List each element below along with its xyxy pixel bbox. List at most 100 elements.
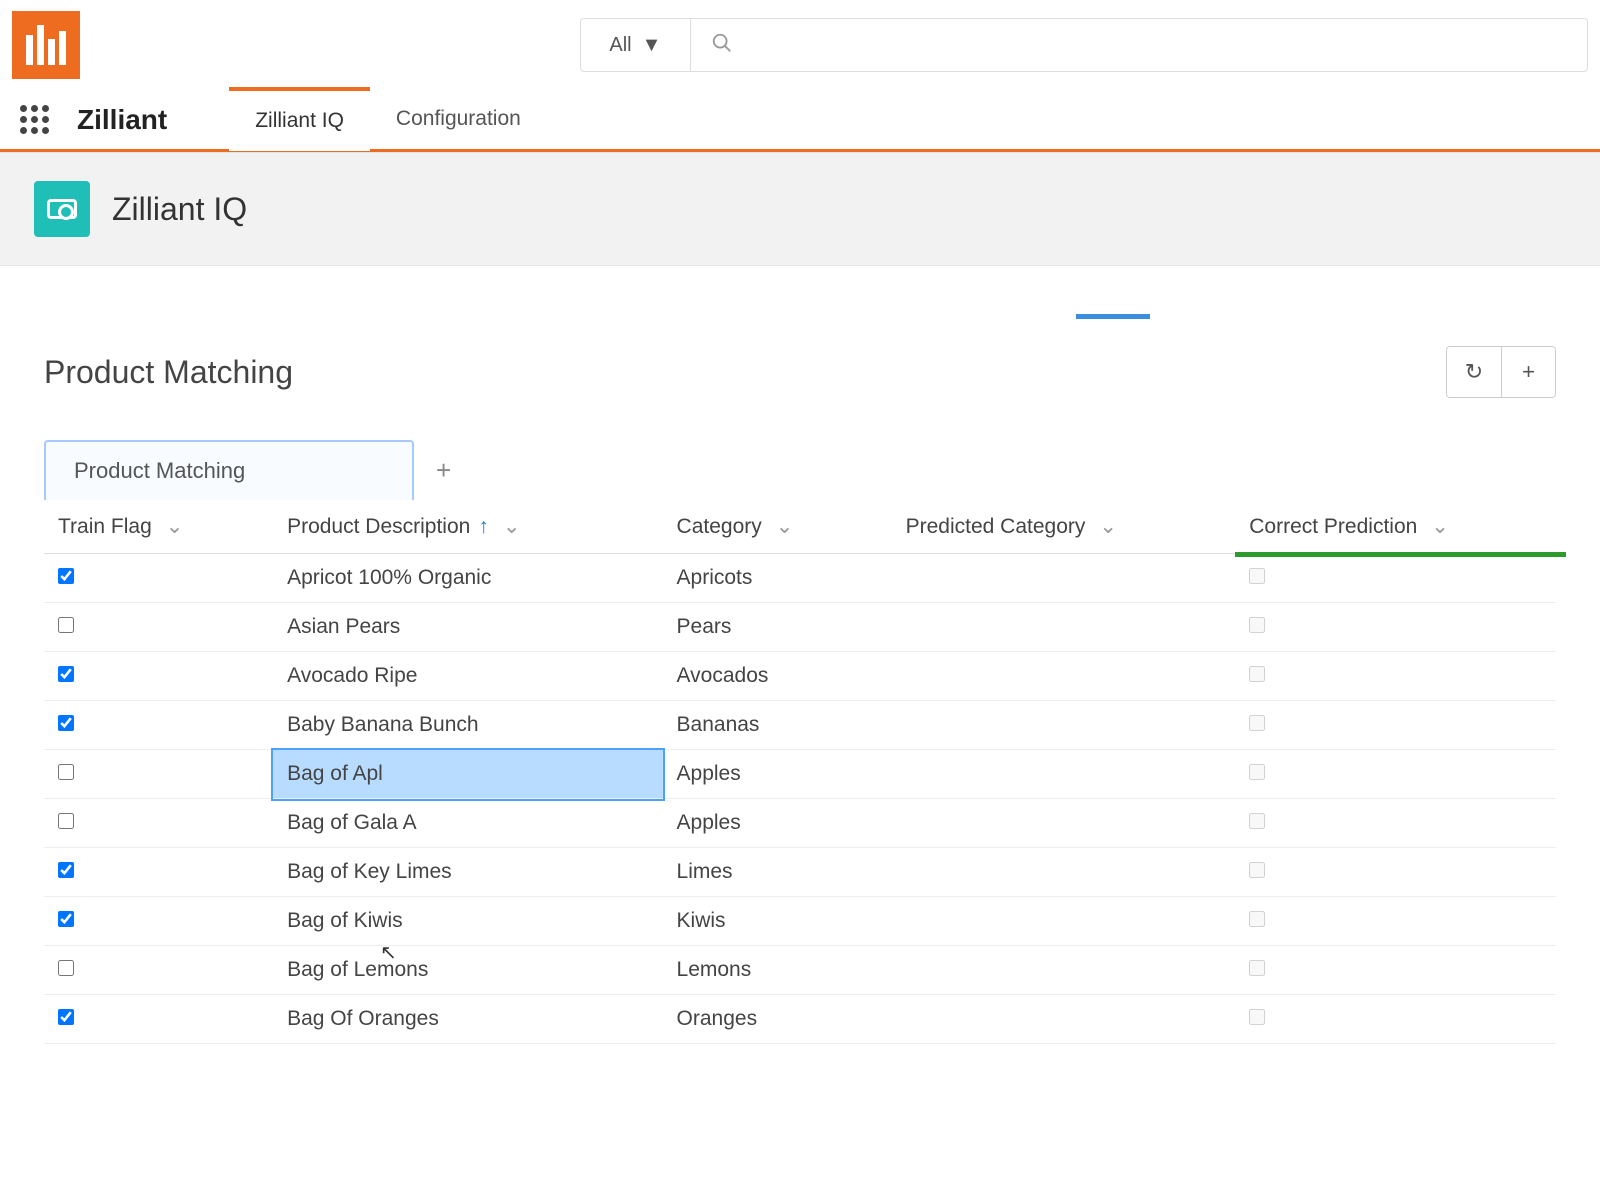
module-icon bbox=[34, 181, 90, 237]
train-flag-checkbox[interactable] bbox=[58, 666, 74, 682]
chevron-down-icon: ⌄ bbox=[1431, 515, 1449, 538]
subtab-label: Product Matching bbox=[74, 458, 245, 483]
search-scope-dropdown[interactable]: All ▼ bbox=[581, 19, 691, 71]
logo-bars-icon bbox=[26, 25, 66, 65]
category-cell[interactable]: Limes bbox=[663, 848, 892, 897]
data-table: Train Flag⌄Product Description↑⌄Category… bbox=[44, 500, 1556, 1044]
column-label: Train Flag bbox=[58, 515, 152, 538]
predicted-category-cell[interactable] bbox=[892, 946, 1236, 995]
category-cell[interactable]: Lemons bbox=[663, 946, 892, 995]
predicted-category-cell[interactable] bbox=[892, 554, 1236, 603]
category-cell[interactable]: Apples bbox=[663, 799, 892, 848]
table-row[interactable]: Bag Of OrangesOranges bbox=[44, 995, 1556, 1044]
category-cell[interactable]: Pears bbox=[663, 603, 892, 652]
correct-prediction-checkbox[interactable] bbox=[1249, 764, 1265, 780]
predicted-category-cell[interactable] bbox=[892, 848, 1236, 897]
product-description-cell[interactable]: Baby Banana Bunch bbox=[273, 701, 662, 750]
search-input-wrapper[interactable] bbox=[691, 19, 1587, 71]
refresh-icon: ↻ bbox=[1465, 359, 1483, 385]
predicted-category-cell[interactable] bbox=[892, 652, 1236, 701]
train-flag-checkbox[interactable] bbox=[58, 862, 74, 878]
table-row[interactable]: Bag of Key LimesLimes bbox=[44, 848, 1556, 897]
train-flag-checkbox[interactable] bbox=[58, 617, 74, 633]
chevron-down-icon: ⌄ bbox=[503, 515, 521, 538]
product-description-cell[interactable]: Apricot 100% Organic bbox=[273, 554, 662, 603]
column-category[interactable]: Category ⌄ bbox=[663, 500, 892, 554]
predicted-category-cell[interactable] bbox=[892, 750, 1236, 799]
search-icon bbox=[711, 32, 733, 59]
table-row[interactable]: Bag of LemonsLemons bbox=[44, 946, 1556, 995]
column-label: Product Description bbox=[287, 515, 470, 538]
category-cell[interactable]: Apricots bbox=[663, 554, 892, 603]
section-title: Product Matching bbox=[44, 354, 293, 391]
page-title: Zilliant IQ bbox=[112, 191, 247, 228]
product-description-cell[interactable]: Avocado Ripe bbox=[273, 652, 662, 701]
predicted-category-cell[interactable] bbox=[892, 995, 1236, 1044]
correct-prediction-checkbox[interactable] bbox=[1249, 862, 1265, 878]
column-predicted[interactable]: Predicted Category ⌄ bbox=[892, 500, 1236, 554]
chevron-down-icon: ▼ bbox=[642, 34, 662, 57]
product-description-cell[interactable]: Bag of Kiwis bbox=[273, 897, 662, 946]
correct-prediction-checkbox[interactable] bbox=[1249, 666, 1265, 682]
correct-prediction-checkbox[interactable] bbox=[1249, 911, 1265, 927]
category-cell[interactable]: Oranges bbox=[663, 995, 892, 1044]
tab-indicator bbox=[1076, 314, 1150, 319]
search-scope-label: All bbox=[609, 34, 631, 57]
product-description-cell[interactable]: Bag of Key Limes bbox=[273, 848, 662, 897]
table-row[interactable]: Asian PearsPears bbox=[44, 603, 1556, 652]
product-description-cell[interactable]: Bag Of Oranges bbox=[273, 995, 662, 1044]
chevron-down-icon: ⌄ bbox=[166, 515, 184, 538]
category-cell[interactable]: Bananas bbox=[663, 701, 892, 750]
predicted-category-cell[interactable] bbox=[892, 701, 1236, 750]
correct-prediction-checkbox[interactable] bbox=[1249, 715, 1265, 731]
train-flag-checkbox[interactable] bbox=[58, 764, 74, 780]
column-label: Predicted Category bbox=[906, 515, 1086, 538]
plus-icon: + bbox=[1522, 359, 1535, 385]
add-button[interactable]: + bbox=[1501, 347, 1555, 397]
category-cell[interactable]: Apples bbox=[663, 750, 892, 799]
table-row[interactable]: Bag of Gala AApples bbox=[44, 799, 1556, 848]
chevron-down-icon: ⌄ bbox=[776, 515, 794, 538]
train-flag-checkbox[interactable] bbox=[58, 1009, 74, 1025]
train-flag-checkbox[interactable] bbox=[58, 813, 74, 829]
correct-prediction-checkbox[interactable] bbox=[1249, 568, 1265, 584]
sort-asc-icon: ↑ bbox=[478, 515, 489, 538]
correct-prediction-checkbox[interactable] bbox=[1249, 960, 1265, 976]
product-description-cell[interactable]: Bag of Lemons bbox=[273, 946, 662, 995]
chevron-down-icon: ⌄ bbox=[1099, 515, 1117, 538]
tab-zilliant-iq[interactable]: Zilliant IQ bbox=[229, 87, 370, 151]
column-correct[interactable]: Correct Prediction ⌄ bbox=[1235, 500, 1556, 554]
global-search: All ▼ bbox=[580, 18, 1588, 72]
brand-label: Zilliant bbox=[77, 104, 167, 136]
predicted-category-cell[interactable] bbox=[892, 603, 1236, 652]
column-train_flag[interactable]: Train Flag ⌄ bbox=[44, 500, 273, 554]
train-flag-checkbox[interactable] bbox=[58, 715, 74, 731]
table-row[interactable]: Avocado RipeAvocados bbox=[44, 652, 1556, 701]
product-description-cell[interactable]: Bag of Gala A bbox=[273, 799, 662, 848]
predicted-category-cell[interactable] bbox=[892, 799, 1236, 848]
predicted-category-cell[interactable] bbox=[892, 897, 1236, 946]
correct-prediction-checkbox[interactable] bbox=[1249, 617, 1265, 633]
correct-prediction-checkbox[interactable] bbox=[1249, 1009, 1265, 1025]
category-cell[interactable]: Kiwis bbox=[663, 897, 892, 946]
correct-prediction-checkbox[interactable] bbox=[1249, 813, 1265, 829]
table-row[interactable]: Bag of AplApples bbox=[44, 750, 1556, 799]
tab-configuration[interactable]: Configuration bbox=[370, 89, 547, 151]
table-row[interactable]: Apricot 100% OrganicApricots bbox=[44, 554, 1556, 603]
app-launcher-icon[interactable] bbox=[20, 105, 50, 135]
train-flag-checkbox[interactable] bbox=[58, 960, 74, 976]
table-row[interactable]: Bag of KiwisKiwis bbox=[44, 897, 1556, 946]
add-subtab-button[interactable]: + bbox=[426, 455, 461, 486]
column-label: Correct Prediction bbox=[1249, 515, 1417, 538]
category-cell[interactable]: Avocados bbox=[663, 652, 892, 701]
column-label: Category bbox=[677, 515, 762, 538]
product-description-cell[interactable]: Asian Pears bbox=[273, 603, 662, 652]
table-row[interactable]: Baby Banana BunchBananas bbox=[44, 701, 1556, 750]
train-flag-checkbox[interactable] bbox=[58, 911, 74, 927]
column-description[interactable]: Product Description ↑ ⌄ bbox=[273, 500, 662, 554]
refresh-button[interactable]: ↻ bbox=[1447, 347, 1501, 397]
train-flag-checkbox[interactable] bbox=[58, 568, 74, 584]
product-description-cell[interactable]: Bag of Apl bbox=[273, 750, 662, 799]
subtab-product-matching[interactable]: Product Matching bbox=[44, 440, 414, 500]
logo[interactable] bbox=[12, 11, 80, 79]
